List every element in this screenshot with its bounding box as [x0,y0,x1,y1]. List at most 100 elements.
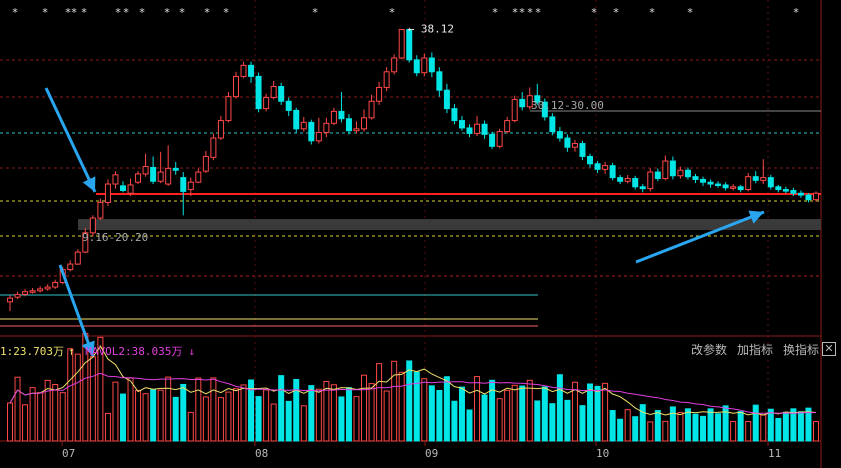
volume-bar-76 [579,405,586,442]
add-indicator-button[interactable]: 加指标 [737,341,773,358]
x-tick-label-1: 08 [255,447,268,460]
candle-body-24 [187,181,194,191]
candle-body-13 [104,183,111,203]
candle-body-31 [240,64,247,77]
volume-bar-11 [89,356,96,442]
star-marker-22: * [687,6,694,19]
star-marker-9: * [179,6,186,19]
candle-body-17 [135,173,142,183]
candle-body-14 [112,174,119,185]
candle-body-6 [52,281,59,288]
volume-bar-52 [398,371,405,442]
volume-bar-15 [119,393,126,442]
candle-body-101 [767,177,774,188]
close-icon[interactable]: ✕ [822,342,836,356]
volume-bar-39 [300,405,307,442]
stock-chart: * * * * * * * * * * * * * * * * * * * * * * * * ← 38.12 30.12-30… [0,0,822,468]
volume-bar-90 [684,408,691,442]
volume-bar-79 [602,382,609,442]
candle-body-54 [413,59,420,74]
volume-bar-56 [428,385,435,442]
x-tick-label-4: 11 [768,447,781,460]
volume-bar-105 [797,411,804,442]
volume-bar-4 [37,392,44,442]
switch-indicator-button[interactable]: 换指标 [783,341,819,358]
gray-band [78,219,821,230]
candle-body-78 [594,163,601,170]
candle-body-82 [624,178,631,182]
volume-bar-68 [519,385,526,442]
volume-bar-37 [285,400,292,442]
volume-bar-70 [534,400,541,442]
candle-body-63 [481,123,488,135]
candle-body-32 [248,64,255,77]
volume-bar-81 [617,418,624,442]
candle-body-80 [609,165,616,179]
volume-bar-30 [232,388,239,442]
x-tick-label-2: 09 [425,447,438,460]
volume-bar-46 [353,396,360,442]
candle-body-49 [376,86,383,102]
candle-body-1 [14,293,21,298]
star-marker-15: * [512,6,519,19]
candle-body-79 [602,165,609,170]
candle-body-72 [549,116,556,133]
candle-body-56 [428,57,435,73]
volume-bar-33 [255,396,262,442]
arrow-up-icon: ↑ [67,345,75,358]
volume-bar-49 [376,363,383,442]
volume-bar-19 [150,389,157,442]
candle-body-25 [195,171,202,183]
volume-bar-36 [278,375,285,442]
candle-body-38 [293,109,300,130]
candle-body-95 [722,184,729,189]
volume-bar-38 [293,378,300,442]
volume-bar-85 [647,421,654,442]
volume-bar-62 [474,376,481,442]
volume-bar-45 [345,387,352,442]
volume-bar-24 [187,411,194,442]
volume-bar-97 [737,411,744,442]
candle-body-39 [300,121,307,130]
star-marker-5: * [115,6,122,19]
volume-bar-44 [338,396,345,442]
candle-body-104 [790,189,797,194]
volume-bar-91 [692,413,699,442]
volume-bar-83 [632,416,639,442]
star-marker-11: * [223,6,230,19]
volume-bar-78 [594,385,601,442]
star-marker-3: * [71,6,78,19]
candle-body-30 [232,75,239,98]
volume-bar-29 [225,391,232,442]
volume-bar-55 [421,378,428,442]
volume-bar-94 [715,413,722,442]
volume-bar-67 [511,384,518,442]
volume-bar-82 [624,409,631,442]
star-marker-8: * [164,6,171,19]
star-marker-13: * [389,6,396,19]
change-params-button[interactable]: 改参数 [691,341,727,358]
volume-bar-98 [745,421,752,442]
volume-bar-77 [587,383,594,442]
volume-bar-86 [654,410,661,442]
candle-body-21 [165,167,172,185]
volume-bar-103 [782,411,789,442]
candle-body-41 [315,132,322,142]
candle-body-99 [752,176,759,181]
star-marker-16: * [519,6,526,19]
volume-bar-26 [202,396,209,442]
candle-body-47 [361,117,368,130]
volume-bar-28 [217,397,224,442]
candle-body-89 [677,169,684,177]
annotations: ← 38.12 30.12-30.00 9.16-20.20 [44,22,765,357]
candle-body-18 [142,166,149,175]
ma2-label: MAVOL2:38.035万 [85,345,183,358]
candle-body-19 [150,166,157,182]
volume-bar-7 [59,392,66,442]
star-marker-17: * [527,6,534,19]
volume-bar-53 [406,360,413,442]
arrow-to-support-shaft [44,87,97,193]
star-marker-1: * [42,6,49,19]
candlesticks [7,28,819,311]
candle-body-29 [225,96,232,122]
